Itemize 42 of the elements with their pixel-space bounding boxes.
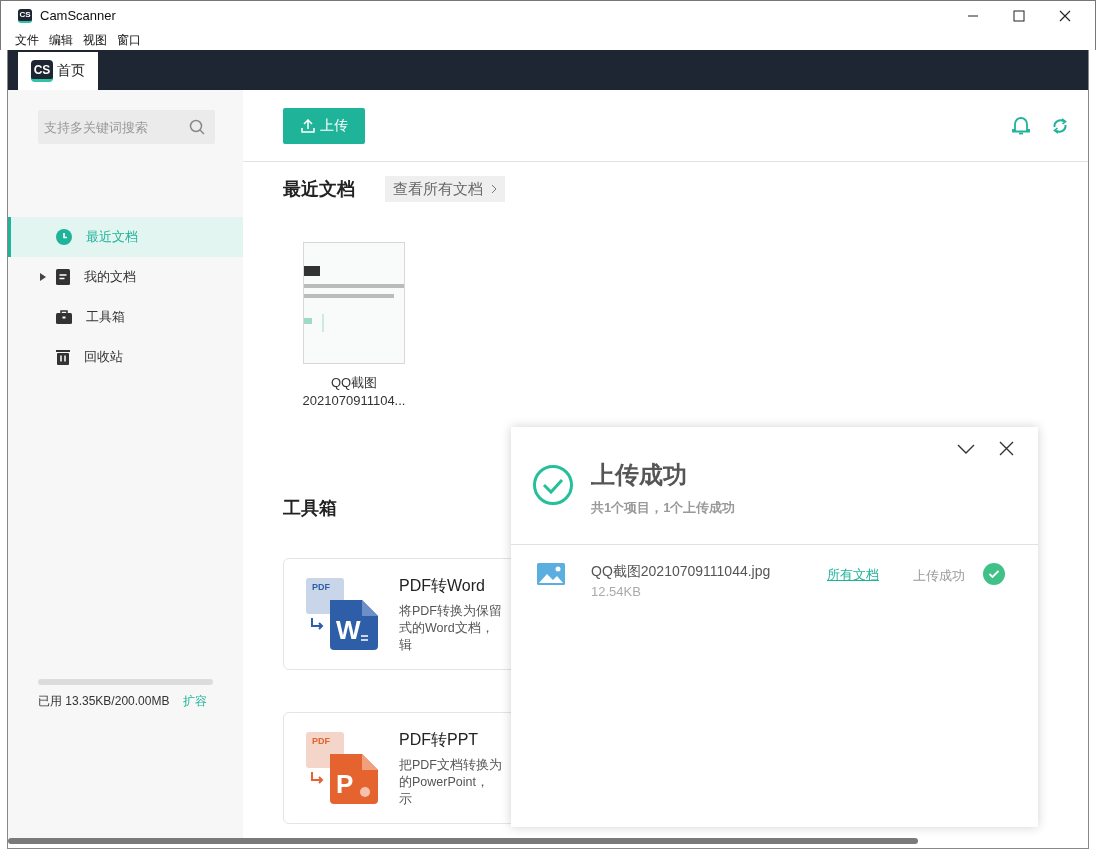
maximize-icon[interactable]	[1013, 9, 1025, 22]
tool-description: 将PDF转换为保留 式的Word文档， 辑	[399, 603, 502, 654]
success-icon	[533, 465, 573, 505]
sync-icon[interactable]	[1052, 117, 1068, 134]
document-name[interactable]: QQ截图 2021070911104...	[302, 374, 406, 410]
caret-icon[interactable]	[40, 273, 46, 281]
sidebar-item[interactable]: 回收站	[8, 337, 243, 377]
section-title: 工具箱	[283, 497, 337, 520]
view-all-button[interactable]: 查看所有文档	[385, 176, 505, 202]
clock-icon	[56, 229, 72, 245]
storage-usage: 已用 13.35KB/200.00MB	[38, 693, 170, 710]
upload-status: 上传成功	[913, 567, 965, 585]
scrollbar[interactable]	[8, 838, 918, 844]
panel-title: 上传成功	[591, 460, 688, 490]
tool-description: 把PDF文档转换为 的PowerPoint， 示	[399, 757, 502, 808]
document-icon	[56, 269, 70, 285]
section-title: 最近文档	[283, 178, 355, 201]
file-size: 12.54KB	[591, 584, 642, 599]
upload-summary: 共1个项目，1个上传成功	[591, 499, 736, 517]
search-field[interactable]: 支持多关键词搜索	[38, 110, 215, 144]
window-title: CamScanner	[40, 8, 116, 23]
image-icon	[537, 563, 565, 585]
tab[interactable]: CS 首页	[18, 52, 98, 90]
menu-item[interactable]: 文件	[15, 31, 39, 49]
trash-icon	[56, 349, 70, 365]
menu-item[interactable]: 窗口	[117, 31, 141, 49]
chevron-icon	[491, 184, 497, 194]
toolbox-icon	[56, 310, 72, 324]
collapse-icon[interactable]	[957, 443, 975, 454]
menu-item[interactable]: 编辑	[49, 31, 73, 49]
close-icon[interactable]	[999, 441, 1014, 456]
sidebar-item[interactable]: 我的文档	[8, 257, 243, 297]
check-icon	[983, 563, 1005, 585]
tool-title: PDF转PPT	[399, 730, 480, 750]
tool-title: PDF转Word	[399, 576, 486, 596]
search-icon[interactable]	[189, 119, 205, 135]
bell-icon[interactable]	[1012, 116, 1030, 135]
upload-icon	[300, 118, 315, 133]
app-logo: CS	[18, 8, 32, 23]
close-icon[interactable]	[1059, 9, 1071, 22]
sidebar-item[interactable]: 工具箱	[8, 297, 243, 337]
menu-item[interactable]: 视图	[83, 31, 107, 49]
